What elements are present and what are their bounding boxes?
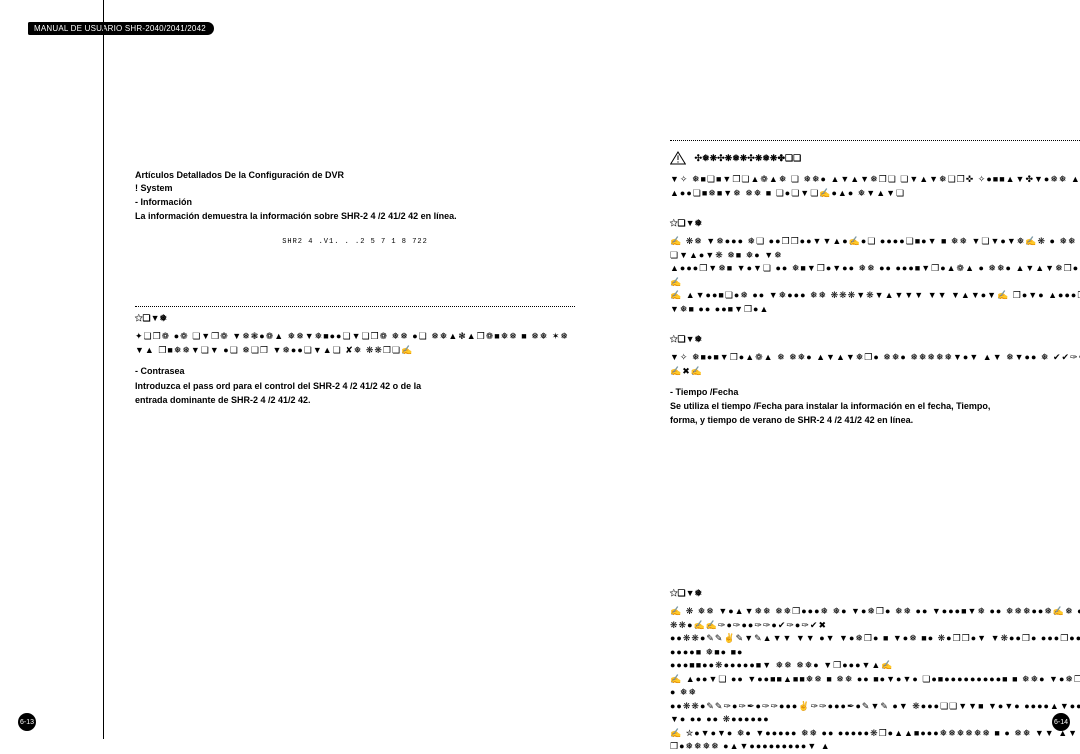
note1-line2: ▲●●●❒▼❅■ ▼●▼❏ ●● ❅■▼❒●▼●● ❅❅ ●● ●●●■▼❒●▲… (670, 262, 1080, 289)
page-number-right: 6-14 (1052, 713, 1070, 731)
note-label: ✩❏▼❅ (670, 218, 1080, 229)
note1-line1: ✍ ❋❅ ▼❅●●● ❅❏ ●●❒❒●●▼▼▲●✍●❏ ●●●●❏■●▼ ■ ❅… (670, 235, 1080, 262)
note3-line3: ●●●■■●●❋●●●●●■▼ ❅❅ ❅❅● ▼❒●●●▼▲✍ (670, 659, 1080, 673)
note3-line1: ✍ ❋ ❅❅ ▼●▲▼❅❅ ❅❅❒●●●❅ ❅● ▼●❅❒● ❅❅ ●● ▼●●… (670, 605, 1080, 632)
note3-line6: ✍ ✮●▼●▼● ❅● ▼●●●●● ❅❅ ●● ●●●●●❋❒●▲▲■●●●❅… (670, 727, 1080, 754)
note-label: ✩❏▼❅ (135, 313, 575, 324)
info-text: La información demuestra la información … (135, 210, 575, 222)
warning-label: ✣❅❋✣❋❅❋✣❋❅❋✤❏❏ (695, 153, 802, 163)
tiempo-text-1: Se utiliza el tiempo /Fecha para instala… (670, 400, 1080, 412)
contrasea-text-2: entrada dominante de SHR-2 4 /2 41/2 42. (135, 394, 575, 406)
note3-line5: ●●❋❋●✎✎✑●✑✒●✑✑●●●✌✑✑●●●✒●✎▼✎ ●▼ ❋●●●❏❏▼▼… (670, 700, 1080, 727)
section-title: Artículos Detallados De la Configuración… (135, 170, 575, 180)
note1-line3: ✍ ▲▼●●■❏●❅ ●● ▼❅●●● ❅❅ ❋❋❋▼❋▼▲▼▼▼ ▼▼ ▼▲▼… (670, 289, 1080, 316)
page-number-left: 6-13 (18, 713, 36, 731)
info-label: - Información (135, 196, 575, 208)
tiempo-text-2: forma, y tiempo de verano de SHR-2 4 /2 … (670, 414, 1080, 426)
note-garbled-text: ✦❏❒❁ ●❁ ❏▼❒❁ ▼❅❃●❁▲ ❅❅▼❅■●●❏▼❏❒❁ ❅❅ ●❏ ❅… (135, 330, 575, 357)
tiempo-label: - Tiempo /Fecha (670, 386, 1080, 398)
note-label: ✩❏▼❅ (670, 588, 1080, 599)
code-line: SHR2 4 .V1. . .2 5 7 1 8 722 (135, 238, 575, 246)
system-heading: ! System (135, 182, 575, 194)
contrasea-label: - Contrasea (135, 365, 575, 377)
left-page: Artículos Detallados De la Configuración… (135, 60, 575, 408)
manual-header: MANUAL DE USUARIO SHR-2040/2041/2042 (28, 22, 214, 35)
warning-text: ▼✧ ❅■❏■▼❒❏▲❁▲❅ ❏ ❅❅● ▲▼▲▼❅❒❏ ❏▼▲▼❅❏❒✜ ✧●… (670, 173, 1080, 200)
margin-rule (103, 0, 104, 739)
right-page: ✣❅❋✣❋❅❋✣❋❅❋✤❏❏ ▼✧ ❅■❏■▼❒❏▲❁▲❅ ❏ ❅❅● ▲▼▲▼… (670, 60, 1080, 754)
note3-line2: ●●❋❋●✎✎✌✎▼✎▲▼▼ ▼▼ ●▼ ▼●❅❒● ■ ▼●❅ ■● ❋●❒❒… (670, 632, 1080, 659)
dotted-separator (670, 140, 1080, 141)
note3-line4: ✍ ▲●●▼❏ ●● ▼●●■■▲■■❅❅ ■ ❅❅ ●● ■●▼●▼● ❏●■… (670, 673, 1080, 700)
dotted-separator (135, 306, 575, 307)
warning-icon (670, 151, 686, 167)
contrasea-text-1: Introduzca el pass ord para el control d… (135, 380, 575, 392)
note-label: ✩❏▼❅ (670, 334, 1080, 345)
note2-text: ▼✧ ❅■●■▼❒●▲❁▲ ❅ ❅❅● ▲▼▲▼❅❒● ❅❅● ❅❅❅❅❅▼●▼… (670, 351, 1080, 378)
